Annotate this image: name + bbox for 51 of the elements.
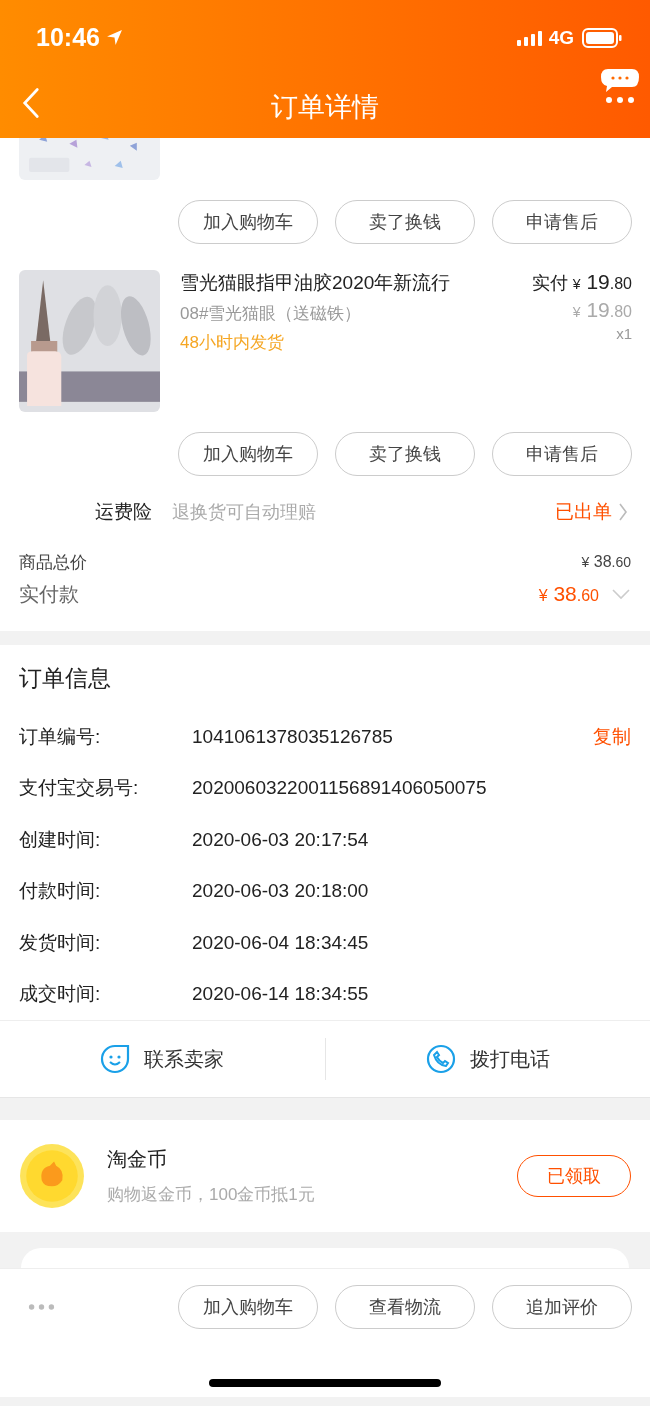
info-label: 发货时间: xyxy=(19,930,102,955)
network-label: 4G xyxy=(548,26,574,49)
info-label: 付款时间: xyxy=(19,879,102,904)
action-button[interactable]: 加入购物车 xyxy=(178,432,318,476)
battery-icon xyxy=(582,27,622,48)
smiley-chat-icon xyxy=(100,1044,131,1074)
more-icon[interactable] xyxy=(28,1303,55,1311)
section-title: 订单信息 xyxy=(19,664,112,693)
coins-description: 购物返金币，100金币抵1元 xyxy=(107,1184,315,1206)
signal-icon xyxy=(516,29,543,46)
info-value: 2020-06-03 20:18:00 xyxy=(192,880,369,903)
coin-icon xyxy=(19,1143,85,1209)
paid-price: 实付 ¥ 19.80 xyxy=(531,270,632,295)
info-value: 2020060322001156891406050075 xyxy=(192,777,487,800)
coins-title: 淘金币 xyxy=(107,1147,168,1172)
amount-paid: ¥ 38.60 xyxy=(538,582,599,606)
goods-total-label: 商品总价 xyxy=(19,551,87,574)
status-time: 10:46 xyxy=(36,23,100,52)
action-button[interactable]: 卖了换钱 xyxy=(335,432,475,476)
location-arrow-icon xyxy=(105,29,123,46)
chevron-right-icon[interactable] xyxy=(618,502,628,522)
insurance-description: 退换货可自动理赔 xyxy=(172,501,316,524)
action-button[interactable]: 追加评价 xyxy=(492,1285,632,1329)
info-label: 支付宝交易号: xyxy=(19,776,140,801)
delivery-note: 48小时内发货 xyxy=(180,332,285,354)
goods-total: ¥ 38.60 xyxy=(581,553,631,571)
info-label: 订单编号: xyxy=(19,724,102,749)
page-title: 订单详情 xyxy=(271,90,379,124)
quantity: x1 xyxy=(616,325,632,342)
action-button[interactable]: 查看物流 xyxy=(335,1285,475,1329)
insurance-label: 运费险 xyxy=(95,500,152,524)
action-button[interactable]: 卖了换钱 xyxy=(335,200,475,244)
info-label: 成交时间: xyxy=(19,982,102,1007)
chevron-down-icon[interactable] xyxy=(611,588,631,600)
action-button[interactable]: 申请售后 xyxy=(492,200,632,244)
info-value: 2020-06-04 18:34:45 xyxy=(192,931,369,954)
info-value: 2020-06-03 20:17:54 xyxy=(192,828,369,851)
unit-price: ¥ 19.80 xyxy=(572,298,632,322)
action-button[interactable]: 加入购物车 xyxy=(178,200,318,244)
phone-icon xyxy=(425,1044,456,1074)
contact-button[interactable]: 联系卖家 xyxy=(0,1029,325,1089)
info-label: 创建时间: xyxy=(19,827,102,852)
info-value: 2020-06-14 18:34:55 xyxy=(192,983,369,1006)
product-title[interactable]: 雪光猫眼指甲油胶2020年新流行 xyxy=(180,270,532,296)
contact-button[interactable]: 拨打电话 xyxy=(325,1029,650,1089)
action-button[interactable]: 加入购物车 xyxy=(178,1285,318,1329)
info-value: 1041061378035126785 xyxy=(192,725,393,748)
back-icon[interactable] xyxy=(22,87,40,119)
action-button[interactable]: 申请售后 xyxy=(492,432,632,476)
product-spec: 08#雪光猫眼（送磁铁） xyxy=(180,303,363,325)
amount-paid-label: 实付款 xyxy=(19,581,79,607)
